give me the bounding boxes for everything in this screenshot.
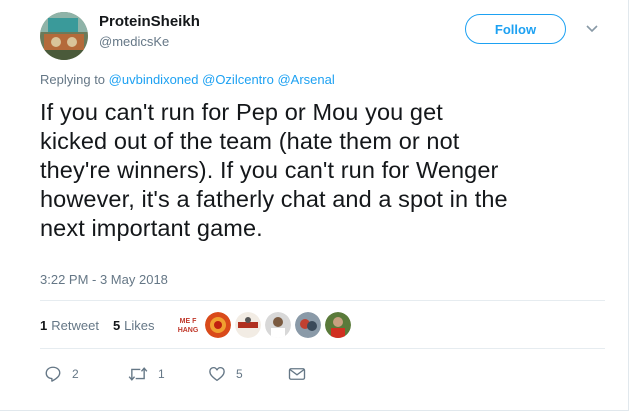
user-handle[interactable]: @medicsKe: [99, 34, 169, 49]
mention-link[interactable]: @Arsenal: [277, 72, 334, 87]
avatar-image: [40, 12, 88, 60]
reply-count: 2: [72, 367, 79, 381]
liker-avatar-3[interactable]: [235, 312, 261, 338]
mention-link[interactable]: @uvbindixoned: [109, 72, 199, 87]
svg-text:ME F: ME F: [180, 318, 197, 325]
follow-button[interactable]: Follow: [465, 14, 566, 44]
like-button[interactable]: 5: [208, 365, 288, 383]
svg-text:HANG: HANG: [178, 327, 199, 334]
retweet-button[interactable]: 1: [128, 365, 208, 383]
liker-avatar-2[interactable]: [205, 312, 231, 338]
retweet-count: 1: [40, 318, 48, 333]
liker-avatar-5[interactable]: [295, 312, 321, 338]
tweet-actions: 2 1 5: [44, 365, 306, 383]
display-name[interactable]: ProteinSheikh: [99, 13, 200, 30]
user-avatar[interactable]: [40, 12, 88, 60]
replying-to-label: Replying to: [40, 72, 106, 87]
tweet-timestamp[interactable]: 3:22 PM - 3 May 2018: [40, 272, 168, 287]
likes-stat[interactable]: 5 Likes: [113, 318, 155, 333]
tweet-line: next important game.: [40, 215, 263, 241]
likers-avatars: ME F HANG: [175, 312, 355, 338]
liker-avatar-4[interactable]: [265, 312, 291, 338]
liker-avatar-6[interactable]: [325, 312, 351, 338]
direct-message-button[interactable]: [288, 366, 306, 382]
tweet-line: however, it's a fatherly chat and a spot…: [40, 186, 508, 212]
tweet-line: If you can't run for Pep or Mou you get: [40, 99, 443, 125]
like-action-count: 5: [236, 367, 243, 381]
tweet-line: kicked out of the team (hate them or not: [40, 128, 460, 154]
mention-link[interactable]: @Ozilcentro: [202, 72, 274, 87]
likes-count: 5: [112, 318, 121, 333]
reply-icon: [45, 366, 61, 382]
divider: [40, 348, 605, 349]
tweet-text: If you can't run for Pep or Mou you get …: [40, 98, 600, 243]
liker-avatar-1[interactable]: ME F HANG: [175, 312, 201, 338]
heart-icon: [209, 366, 225, 382]
likes-label: Likes: [124, 318, 155, 333]
retweet-label: Retweet: [51, 318, 99, 333]
tweet-line: they're winners). If you can't run for W…: [40, 157, 499, 183]
divider: [40, 300, 605, 301]
envelope-icon: [288, 368, 306, 380]
retweet-action-count: 1: [158, 367, 165, 381]
retweet-icon: [128, 367, 148, 381]
retweet-stat[interactable]: 1 Retweet: [40, 318, 99, 333]
chevron-down-icon[interactable]: [583, 20, 601, 38]
reply-context: Replying to @uvbindixoned @Ozilcentro @A…: [40, 72, 335, 87]
reply-button[interactable]: 2: [44, 365, 128, 383]
tweet-stats: 1 Retweet 5 Likes: [40, 318, 169, 333]
